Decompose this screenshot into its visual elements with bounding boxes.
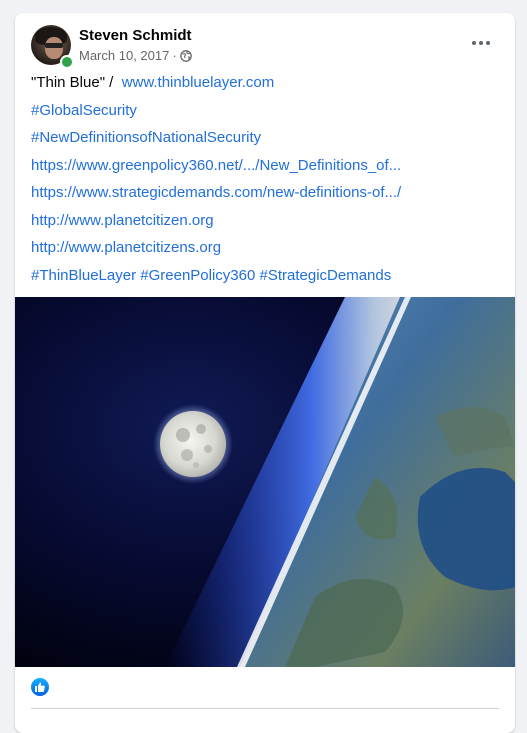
divider: [31, 708, 499, 709]
post-meta: March 10, 2017 ·: [79, 48, 192, 63]
hashtag-new-definitions[interactable]: #NewDefinitionsofNationalSecurity: [31, 129, 261, 146]
dot-icon: [472, 41, 476, 45]
post-line-url: https://www.strategicdemands.com/new-def…: [31, 183, 401, 203]
post-line-hashtag: #NewDefinitionsofNationalSecurity: [31, 128, 261, 148]
post-date[interactable]: March 10, 2017: [79, 48, 169, 63]
post-header: Steven Schmidt March 10, 2017 ·: [15, 13, 515, 73]
globe-icon[interactable]: [179, 49, 192, 62]
post-line-tags: #ThinBlueLayer #GreenPolicy360 #Strategi…: [31, 266, 391, 286]
avatar-sunglasses: [45, 43, 63, 48]
link-planetcitizen[interactable]: http://www.planetcitizen.org: [31, 212, 214, 229]
post-line-url: http://www.planetcitizens.org: [31, 238, 221, 258]
post-line-url: http://www.planetcitizen.org: [31, 211, 214, 231]
hashtag-strategicdemands[interactable]: #StrategicDemands: [260, 267, 392, 284]
dot-icon: [486, 41, 490, 45]
online-status-dot: [60, 55, 74, 69]
post-line-title: "Thin Blue" / www.thinbluelayer.com: [31, 73, 274, 93]
author-name[interactable]: Steven Schmidt: [79, 27, 192, 44]
more-options-button[interactable]: [465, 35, 497, 51]
link-strategicdemands[interactable]: https://www.strategicdemands.com/new-def…: [31, 184, 401, 201]
link-planetcitizens[interactable]: http://www.planetcitizens.org: [31, 239, 221, 256]
reactions-bar: [31, 678, 49, 700]
meta-separator: ·: [172, 48, 177, 63]
hashtag-greenpolicy360[interactable]: #GreenPolicy360: [140, 267, 255, 284]
link-greenpolicy360[interactable]: https://www.greenpolicy360.net/.../New_D…: [31, 157, 401, 174]
like-icon[interactable]: [31, 678, 49, 696]
thumbs-up-icon: [35, 682, 45, 692]
hashtag-thinbluelayer[interactable]: #ThinBlueLayer: [31, 267, 136, 284]
title-text: "Thin Blue" /: [31, 74, 114, 91]
hashtag-global-security[interactable]: #GlobalSecurity: [31, 102, 137, 119]
title-link[interactable]: www.thinbluelayer.com: [122, 74, 275, 91]
earth-moon-image: [15, 297, 515, 667]
dot-icon: [479, 41, 483, 45]
avatar-face: [45, 37, 63, 59]
post-line-hashtag: #GlobalSecurity: [31, 101, 137, 121]
post-line-url: https://www.greenpolicy360.net/.../New_D…: [31, 156, 401, 176]
post-photo[interactable]: [15, 297, 515, 667]
post-card: Steven Schmidt March 10, 2017 · "Thin Bl…: [15, 13, 515, 733]
